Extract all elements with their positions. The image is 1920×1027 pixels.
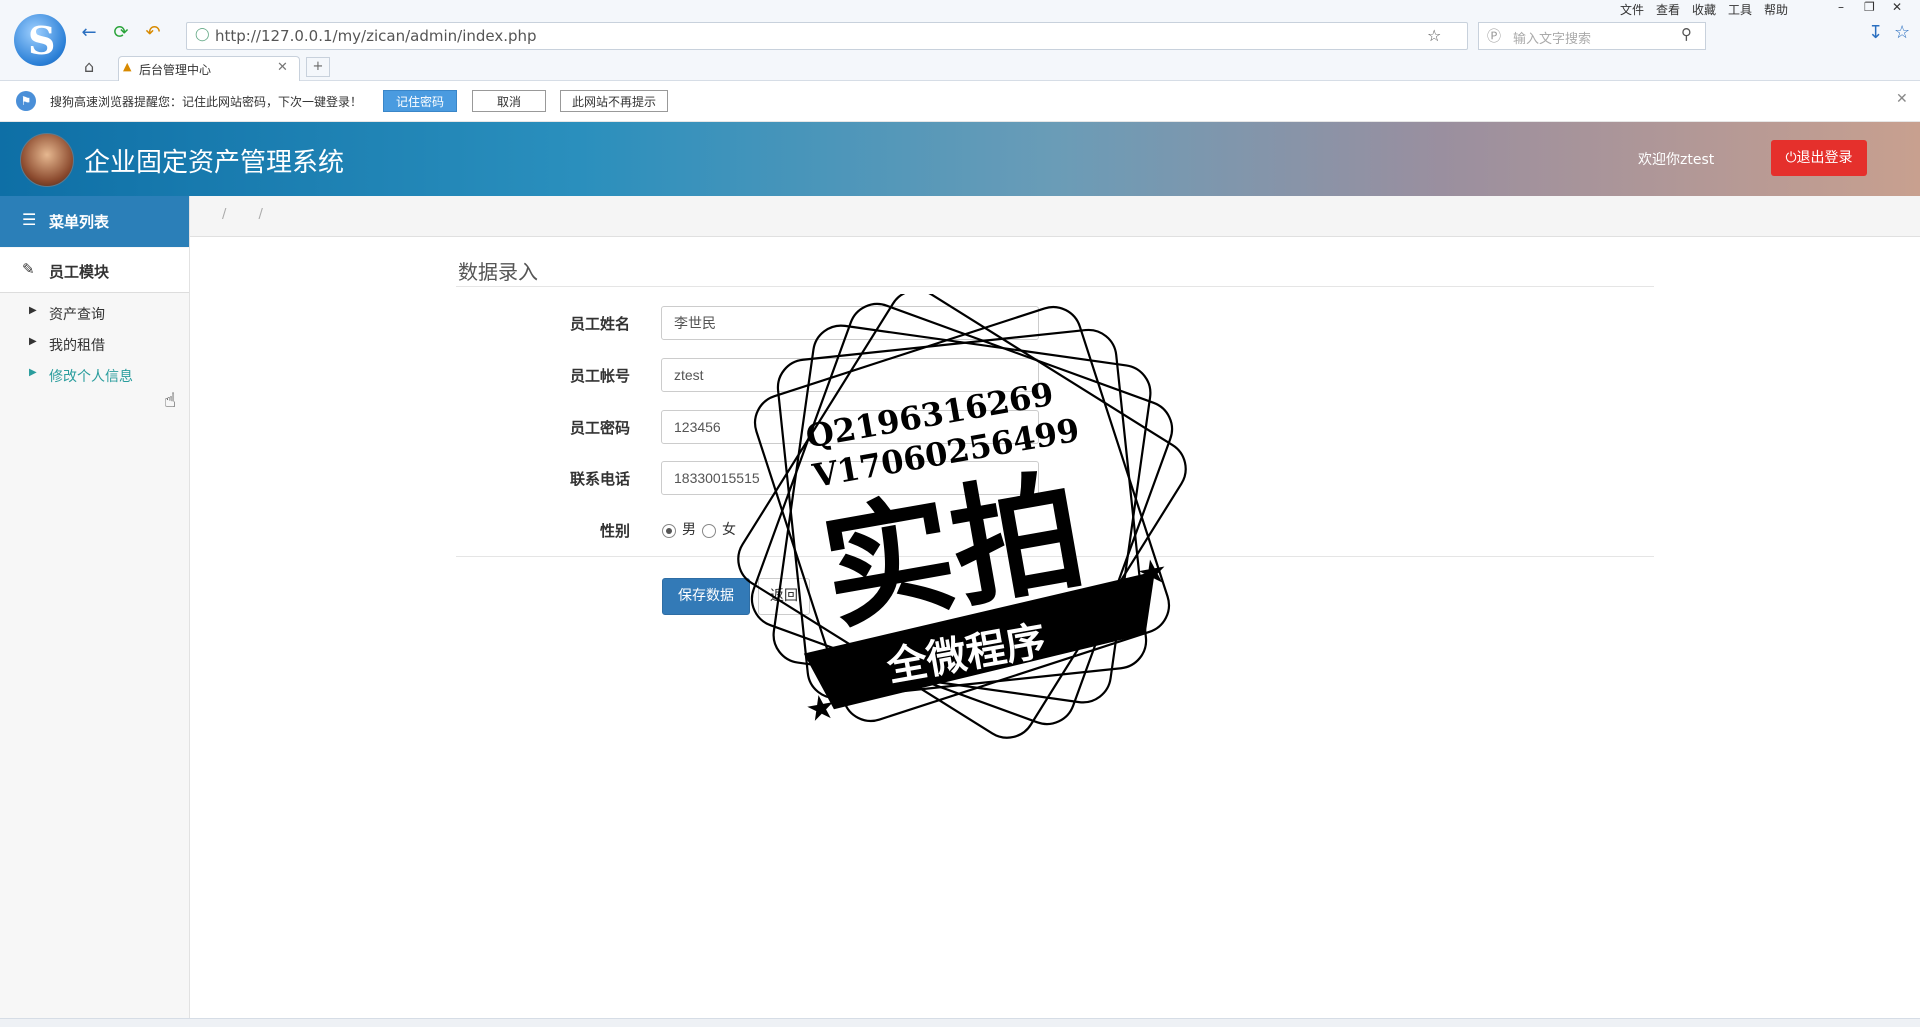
menu-title: 菜单列表 xyxy=(49,213,110,231)
divider xyxy=(456,286,1654,287)
tab-admin[interactable]: ▲ 后台管理中心 ✕ xyxy=(118,56,300,81)
welcome-text: 欢迎你ztest xyxy=(1638,152,1715,168)
gender-female-radio[interactable] xyxy=(702,524,716,538)
cancel-button[interactable]: 取消 xyxy=(472,90,546,112)
form-title: 数据录入 xyxy=(458,260,538,284)
download-icon[interactable]: ↧ xyxy=(1868,22,1883,43)
save-button[interactable]: 保存数据 xyxy=(662,578,750,615)
browser-toolbar: ← ⟳ ↶ ◯ http://127.0.0.1/my/zican/admin/… xyxy=(0,0,1920,81)
account-field[interactable] xyxy=(661,358,1039,392)
star-icon: ★ xyxy=(802,686,839,731)
sidebar-item-label: 我的租借 xyxy=(49,338,105,354)
gender-male-label: 男 xyxy=(682,522,696,538)
sidebar-item-label: 资产查询 xyxy=(49,307,105,323)
password-infobar: ⚑ 搜狗高速浏览器提醒您：记住此网站密码，下次一键登录！ 记住密码 取消 此网站… xyxy=(0,81,1920,122)
url-text: http://127.0.0.1/my/zican/admin/index.ph… xyxy=(215,27,537,45)
breadcrumb: / / xyxy=(190,196,1920,237)
caret-right-icon: ▶ xyxy=(29,336,37,347)
gender-label: 性别 xyxy=(599,522,630,540)
sidebar-item-asset-query[interactable]: ▶ 资产查询 xyxy=(0,300,189,330)
hand-cursor-icon: ☝ xyxy=(164,388,177,412)
remember-password-button[interactable]: 记住密码 xyxy=(383,90,457,112)
menu-help[interactable]: 帮助 xyxy=(1764,1,1788,18)
name-label: 员工姓名 xyxy=(569,315,630,333)
account-label: 员工帐号 xyxy=(569,367,630,385)
search-icon[interactable]: ⚲ xyxy=(1681,25,1692,43)
watermark-banner-text: 全微程序 xyxy=(883,618,1050,691)
app-header: 企业固定资产管理系统 欢迎你ztest ⏻退出登录 xyxy=(0,122,1920,196)
password-field[interactable] xyxy=(661,410,1039,444)
home-icon[interactable]: ⌂ xyxy=(84,57,94,76)
password-label: 员工密码 xyxy=(569,419,630,437)
favorites-star-icon[interactable]: ☆ xyxy=(1894,22,1910,43)
list-icon: ☰ xyxy=(22,210,37,229)
sidebar-item-label: 修改个人信息 xyxy=(49,369,133,385)
menu-header: ☰ 菜单列表 xyxy=(0,196,189,247)
minimize-icon[interactable]: – xyxy=(1838,0,1844,14)
caret-right-icon: ▶ xyxy=(29,305,37,316)
key-icon: ⚑ xyxy=(16,91,36,111)
sidebar-module-employee[interactable]: ✎ 员工模块 xyxy=(0,248,189,293)
menu-favorites[interactable]: 收藏 xyxy=(1692,1,1716,18)
sidebar: ☰ 菜单列表 ✎ 员工模块 ▶ 资产查询 ▶ 我的租借 ▶ 修改个人信息 xyxy=(0,196,190,1018)
menu-tools[interactable]: 工具 xyxy=(1728,1,1752,18)
undo-icon[interactable]: ↶ xyxy=(142,22,164,44)
browser-logo-icon[interactable] xyxy=(14,14,66,66)
close-window-icon[interactable]: ✕ xyxy=(1892,0,1902,14)
restore-icon[interactable]: ❐ xyxy=(1864,0,1875,14)
menu-file[interactable]: 文件 xyxy=(1620,1,1644,18)
menu-view[interactable]: 查看 xyxy=(1656,1,1680,18)
infobar-message: 搜狗高速浏览器提醒您：记住此网站密码，下次一键登录！ xyxy=(50,95,363,109)
pma-icon: ▲ xyxy=(123,60,132,73)
star-icon: ★ xyxy=(1134,550,1171,595)
phone-field[interactable] xyxy=(661,461,1039,495)
refresh-icon[interactable]: ⟳ xyxy=(110,22,132,44)
close-tab-icon[interactable]: ✕ xyxy=(277,60,288,75)
logout-label: 退出登录 xyxy=(1796,150,1853,166)
breadcrumb-text: / / xyxy=(222,207,277,222)
avatar xyxy=(20,133,74,187)
address-bar[interactable]: ◯ http://127.0.0.1/my/zican/admin/index.… xyxy=(186,22,1468,50)
tab-title: 后台管理中心 xyxy=(139,63,212,77)
search-bar[interactable]: Ⓟ 输入文字搜索 ⚲ xyxy=(1478,22,1706,50)
module-title: 员工模块 xyxy=(49,263,110,281)
edit-icon: ✎ xyxy=(22,260,35,278)
shield-icon: ◯ xyxy=(195,27,210,42)
caret-right-icon: ▶ xyxy=(29,367,37,378)
back-button[interactable]: 返回 xyxy=(758,578,810,615)
gender-female-label: 女 xyxy=(722,522,736,538)
sidebar-item-my-rentals[interactable]: ▶ 我的租借 xyxy=(0,331,189,361)
gender-male-radio[interactable] xyxy=(662,524,676,538)
phone-label: 联系电话 xyxy=(569,470,630,488)
back-arrow-icon[interactable]: ← xyxy=(78,22,100,44)
logout-button[interactable]: ⏻退出登录 xyxy=(1771,140,1867,176)
app-title: 企业固定资产管理系统 xyxy=(84,148,345,178)
never-remind-button[interactable]: 此网站不再提示 xyxy=(560,90,668,112)
star-icon[interactable]: ☆ xyxy=(1427,26,1441,45)
power-icon: ⏻ xyxy=(1785,150,1797,166)
divider xyxy=(456,556,1654,557)
close-infobar-icon[interactable]: ✕ xyxy=(1896,91,1908,107)
search-placeholder: 输入文字搜索 xyxy=(1513,32,1592,47)
name-field[interactable] xyxy=(661,306,1039,340)
sidebar-item-edit-profile[interactable]: ▶ 修改个人信息 xyxy=(0,362,189,392)
new-tab-button[interactable]: + xyxy=(306,57,330,77)
watermark-banner xyxy=(803,571,1155,710)
search-engine-icon: Ⓟ xyxy=(1487,29,1501,45)
